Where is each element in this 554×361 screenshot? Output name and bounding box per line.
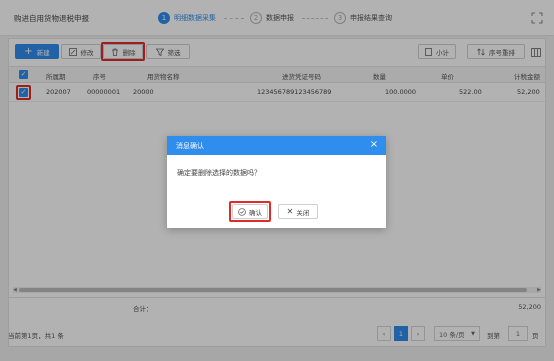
dialog-title: 消息确认 bbox=[176, 142, 204, 150]
close-x-icon: ✕ bbox=[286, 206, 294, 216]
confirm-button-label: 确认 bbox=[249, 208, 262, 217]
confirm-button[interactable]: 确认 bbox=[232, 204, 268, 219]
close-icon[interactable]: × bbox=[368, 139, 380, 151]
dialog-header: 消息确认 × bbox=[167, 136, 386, 155]
dialog-message: 确定要删除选择的数据吗？ bbox=[177, 169, 261, 177]
close-button[interactable]: ✕ 关闭 bbox=[278, 204, 318, 219]
confirm-dialog: 消息确认 × 确定要删除选择的数据吗？ 确认 ✕ 关闭 bbox=[167, 136, 386, 228]
close-button-label: 关闭 bbox=[296, 208, 310, 217]
check-circle-icon bbox=[238, 207, 246, 216]
